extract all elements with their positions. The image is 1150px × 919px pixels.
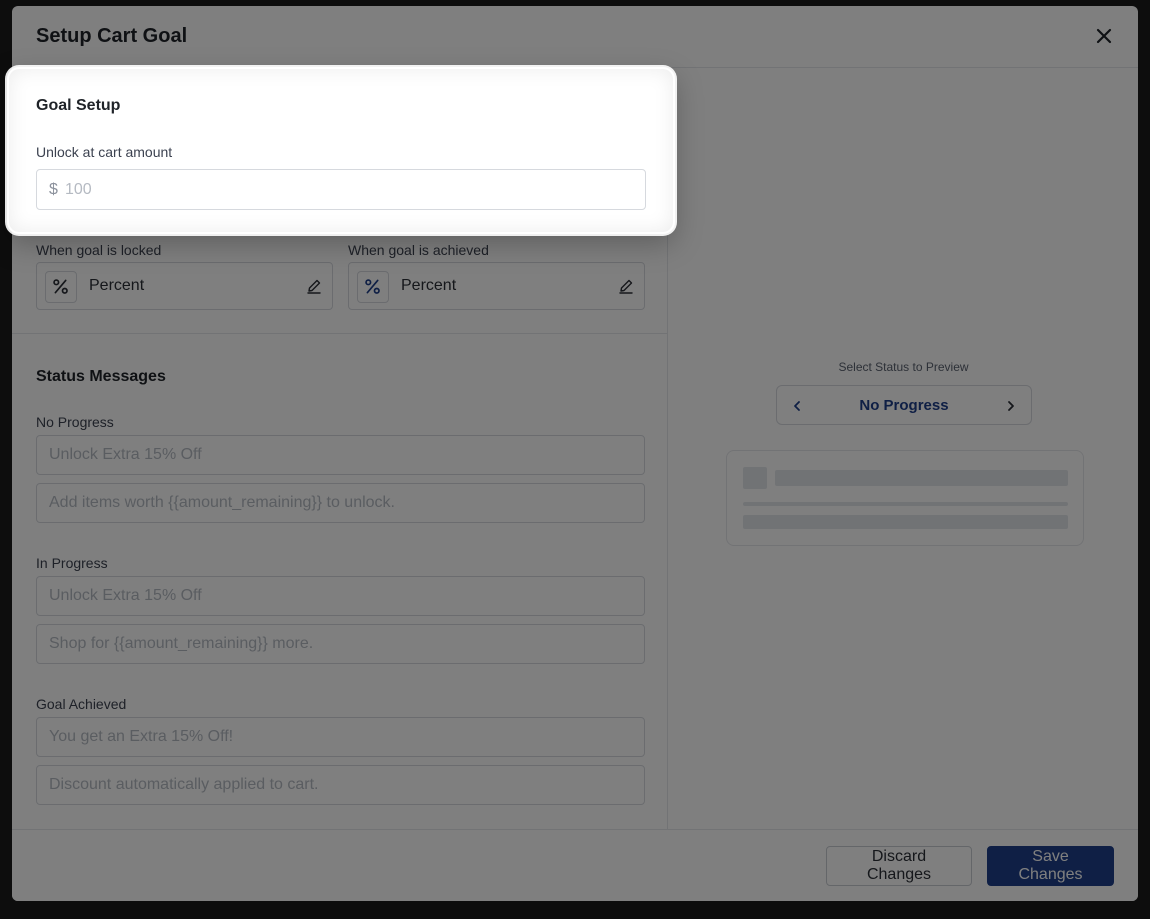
preview-select-label: Select Status to Preview xyxy=(838,360,969,374)
no-progress-label: No Progress xyxy=(36,414,114,430)
goal-achieved-title-input[interactable] xyxy=(36,717,645,757)
chevron-right-icon[interactable] xyxy=(1003,398,1019,414)
in-progress-title-input[interactable] xyxy=(36,576,645,616)
locked-icon-label: When goal is locked xyxy=(36,242,162,258)
edit-icon[interactable] xyxy=(306,278,322,294)
goal-setup-title: Goal Setup xyxy=(36,97,121,114)
currency-symbol: $ xyxy=(49,181,58,198)
skeleton-subtitle-line xyxy=(743,515,1068,529)
unlock-amount-field[interactable]: $ xyxy=(36,169,646,210)
in-progress-subtitle-input[interactable] xyxy=(36,624,645,664)
discard-changes-button[interactable]: Discard Changes xyxy=(826,846,972,886)
in-progress-label: In Progress xyxy=(36,555,108,571)
locked-icon-select[interactable]: Percent xyxy=(36,262,333,310)
goal-preview-card xyxy=(726,450,1084,546)
status-messages-title: Status Messages xyxy=(36,368,166,385)
goal-achieved-subtitle-input[interactable] xyxy=(36,765,645,805)
achieved-icon-label: When goal is achieved xyxy=(348,242,489,258)
percent-icon xyxy=(53,279,68,294)
percent-icon-box xyxy=(357,271,389,303)
skeleton-progress-bar xyxy=(743,502,1068,506)
goal-setup-highlight-card: Goal Setup Unlock at cart amount $ xyxy=(7,67,675,234)
achieved-icon-value: Percent xyxy=(401,277,457,294)
modal-footer: Discard Changes Save Changes xyxy=(12,829,1138,901)
no-progress-title-input[interactable] xyxy=(36,435,645,475)
achieved-icon-select[interactable]: Percent xyxy=(348,262,645,310)
locked-icon-value: Percent xyxy=(89,277,145,294)
no-progress-subtitle-input[interactable] xyxy=(36,483,645,523)
skeleton-title-line xyxy=(775,470,1068,486)
status-preview-selector: No Progress xyxy=(776,385,1032,425)
unlock-amount-input[interactable] xyxy=(65,170,635,209)
goal-achieved-label: Goal Achieved xyxy=(36,696,127,712)
section-divider xyxy=(12,333,668,334)
close-icon[interactable] xyxy=(1094,26,1114,46)
edit-icon[interactable] xyxy=(618,278,634,294)
current-status-text: No Progress xyxy=(859,397,949,414)
save-changes-button[interactable]: Save Changes xyxy=(987,846,1114,886)
modal-title: Setup Cart Goal xyxy=(36,25,188,47)
skeleton-icon xyxy=(743,467,767,489)
percent-icon-box xyxy=(45,271,77,303)
modal-header: Setup Cart Goal xyxy=(12,6,1138,68)
percent-icon xyxy=(365,279,380,294)
unlock-amount-label: Unlock at cart amount xyxy=(36,144,173,160)
preview-pane: Select Status to Preview No Progress xyxy=(669,68,1138,829)
